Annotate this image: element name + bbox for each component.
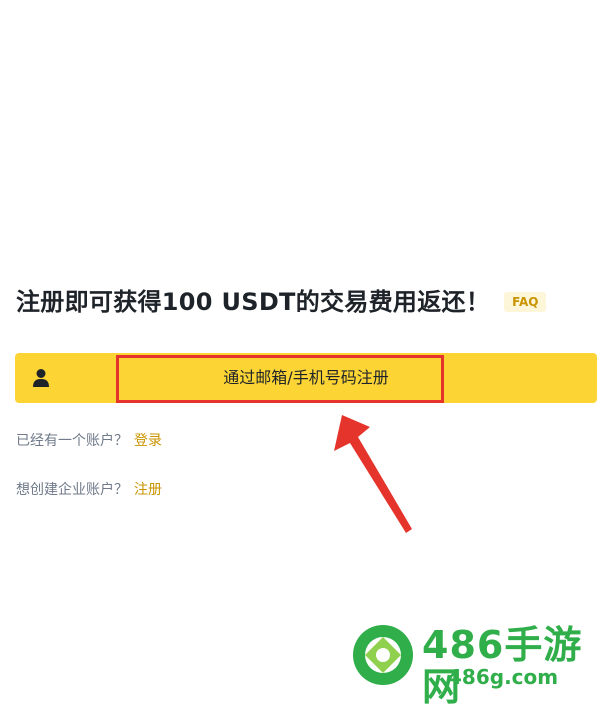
watermark: 486手游网 486g.com xyxy=(350,620,605,708)
faq-link[interactable]: FAQ xyxy=(504,292,547,312)
annotation-highlight-box xyxy=(116,355,444,403)
watermark-domain: 486g.com xyxy=(448,665,559,689)
annotation-arrow-icon xyxy=(334,415,412,533)
login-prompt-text: 已经有一个账户？ xyxy=(16,433,128,449)
watermark-logo-icon xyxy=(353,625,413,685)
enterprise-register-link[interactable]: 注册 xyxy=(134,482,162,498)
headline-row: 注册即可获得100 USDT的交易费用返还！ FAQ xyxy=(16,286,547,318)
enterprise-prompt: 想创建企业账户？ 注册 xyxy=(16,480,162,500)
login-prompt: 已经有一个账户？ 登录 xyxy=(16,431,162,451)
enterprise-prompt-text: 想创建企业账户？ xyxy=(16,482,128,498)
login-link[interactable]: 登录 xyxy=(134,433,162,449)
promo-headline: 注册即可获得100 USDT的交易费用返还！ xyxy=(16,288,491,316)
